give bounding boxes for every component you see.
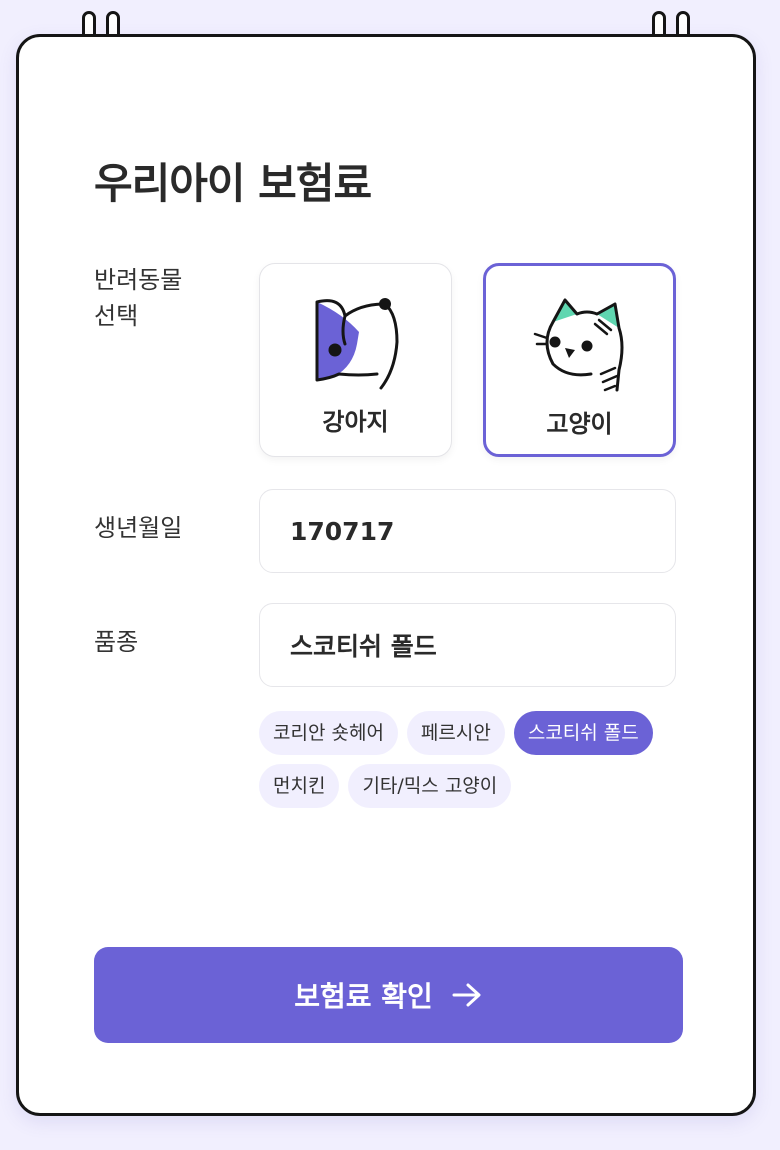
pet-option-cat[interactable]: 고양이: [483, 263, 676, 457]
breed-chip-scottish-fold[interactable]: 스코티쉬 폴드: [513, 711, 653, 755]
breed-chip-munchkin[interactable]: 먼치킨: [259, 764, 340, 808]
cat-icon: [533, 298, 623, 392]
birthdate-input[interactable]: [259, 489, 676, 573]
breed-chip-list: 코리안 숏헤어 페르시안 스코티쉬 폴드 먼치킨 기타/믹스 고양이: [259, 711, 699, 808]
arrow-right-icon: [452, 983, 481, 1007]
breed-chip-persian[interactable]: 페르시안: [406, 711, 505, 755]
page-title: 우리아이 보험료: [94, 159, 372, 208]
pet-select-label: 반려동물 선택: [94, 266, 183, 330]
check-premium-button-label: 보험료 확인: [294, 980, 433, 1013]
breed-chip-other-mix[interactable]: 기타/믹스 고양이: [348, 764, 512, 808]
pet-option-dog[interactable]: 강아지: [259, 263, 452, 457]
pet-option-cat-label: 고양이: [546, 410, 613, 438]
breed-label: 품종: [94, 628, 139, 656]
birthdate-label: 생년월일: [94, 514, 183, 542]
check-premium-button[interactable]: 보험료 확인: [94, 947, 683, 1043]
breed-input[interactable]: [259, 603, 676, 687]
pet-option-dog-label: 강아지: [322, 408, 389, 436]
dog-icon: [315, 298, 398, 390]
breed-chip-korean-shorthair[interactable]: 코리안 숏헤어: [259, 711, 398, 755]
